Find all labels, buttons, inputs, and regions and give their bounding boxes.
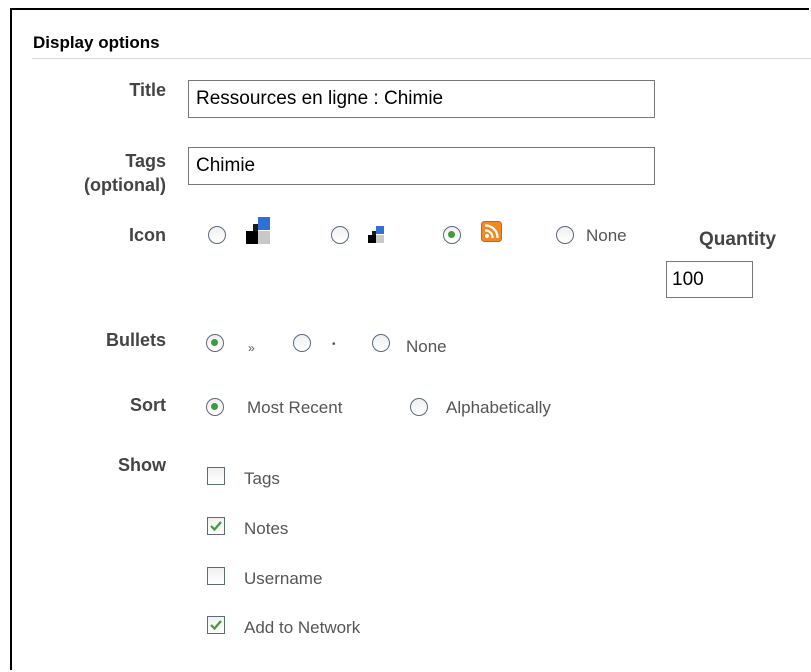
sort-recent-radio[interactable] [206,398,224,416]
quantity-input[interactable] [666,261,753,298]
tags-label-line1: Tags [125,151,166,171]
show-network-checkbox[interactable] [207,616,225,634]
icon-rss-radio[interactable] [443,226,461,244]
checkmark-icon [210,620,222,631]
bullets-label: Bullets [105,330,166,350]
bullet-none-label: None [406,337,447,356]
show-notes-checkbox[interactable] [207,517,225,535]
icon-none-radio[interactable] [556,226,574,244]
show-username-checkbox[interactable] [207,567,225,585]
small-squares-icon [368,226,384,248]
show-tags-checkbox[interactable] [207,467,225,485]
show-label: Show [118,455,166,475]
icon-small-radio[interactable] [331,226,349,244]
large-squares-icon [246,217,270,249]
rss-icon [481,221,502,247]
icon-large-radio[interactable] [208,226,226,244]
icon-label: Icon [128,225,166,245]
icon-none-label: None [586,226,627,245]
tags-label: Tags (optional) [40,149,166,197]
tags-input[interactable] [188,147,655,185]
title-label: Title [129,80,166,100]
show-username-label: Username [244,569,323,588]
sort-alpha-radio[interactable] [410,398,428,416]
checkmark-icon [210,521,222,532]
section-divider [32,58,811,59]
sort-recent-label: Most Recent [247,398,343,417]
tags-label-line2: (optional) [84,175,166,195]
bullet-raquo-label: » [248,341,255,355]
bullet-raquo-radio[interactable] [206,334,224,352]
quantity-label: Quantity [699,229,777,250]
title-input[interactable] [188,80,655,118]
sort-label: Sort [130,395,166,415]
section-title: Display options [33,33,160,52]
show-notes-label: Notes [244,519,289,538]
show-tags-label: Tags [244,469,280,488]
bullet-none-radio[interactable] [372,334,390,352]
show-network-label: Add to Network [244,618,361,637]
bullet-dot-label: • [332,339,336,350]
sort-alpha-label: Alphabetically [446,398,551,417]
bullet-dot-radio[interactable] [293,334,311,352]
